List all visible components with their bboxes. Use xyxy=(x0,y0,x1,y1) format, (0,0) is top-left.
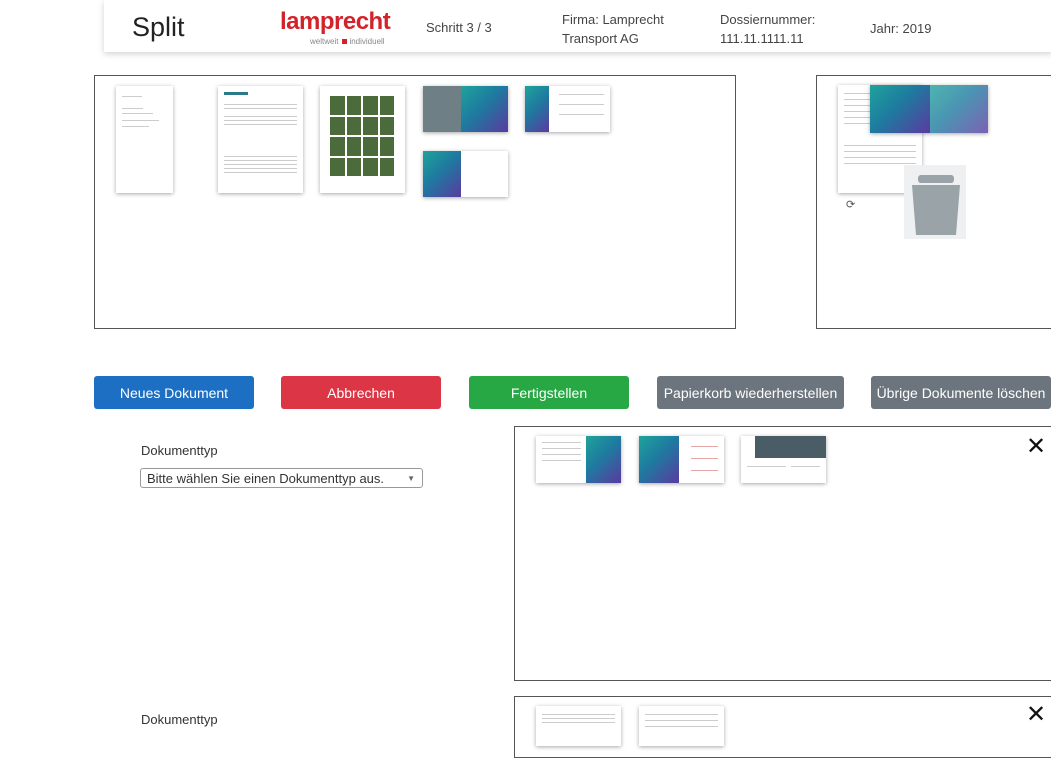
document-type-select[interactable]: Bitte wählen Sie einen Dokumenttyp aus. … xyxy=(140,468,423,488)
page-pool-panel[interactable] xyxy=(94,75,736,329)
document-page-thumbnail[interactable] xyxy=(536,706,621,746)
company-line-1: Firma: Lamprecht xyxy=(562,12,664,27)
logo-wordmark: lamprecht xyxy=(280,8,391,35)
page-thumbnail[interactable] xyxy=(218,86,303,193)
restore-trash-button[interactable]: Papierkorb wiederherstellen xyxy=(657,376,844,409)
document-type-value: Bitte wählen Sie einen Dokumenttyp aus. xyxy=(147,471,385,486)
page-thumbnail[interactable] xyxy=(423,86,508,132)
company-logo: lamprecht weltweit individuell xyxy=(280,8,400,48)
dossier-number: 111.11.1111.11 xyxy=(720,31,804,46)
company-info: Firma: Lamprecht Transport AG xyxy=(562,10,664,48)
page-thumbnail[interactable] xyxy=(525,86,610,132)
document-type-label: Dokumenttyp xyxy=(141,443,218,458)
document-type-label: Dokumenttyp xyxy=(141,712,218,727)
page-thumbnail[interactable] xyxy=(423,151,508,197)
logo-tagline-right: individuell xyxy=(349,37,385,46)
document-page-thumbnail[interactable] xyxy=(741,436,826,483)
page-thumbnail[interactable] xyxy=(320,86,405,193)
dossier-label: Dossiernummer: xyxy=(720,12,816,27)
cancel-button[interactable]: Abbrechen xyxy=(281,376,441,409)
logo-mark-icon xyxy=(342,39,348,44)
new-document-button[interactable]: Neues Dokument xyxy=(94,376,254,409)
header-bar: Split lamprecht weltweit individuell Schr… xyxy=(104,0,1051,52)
finish-button[interactable]: Fertigstellen xyxy=(469,376,629,409)
delete-remaining-button[interactable]: Übrige Dokumente löschen xyxy=(871,376,1051,409)
logo-tagline: weltweit individuell xyxy=(310,37,385,46)
document-page-thumbnail[interactable] xyxy=(536,436,621,483)
close-icon[interactable]: ✕ xyxy=(1026,435,1046,459)
dossier-info: Dossiernummer: 111.11.1111.11 xyxy=(720,10,815,48)
trashed-page-thumbnail[interactable] xyxy=(870,85,988,133)
logo-tagline-left: weltweit xyxy=(310,37,339,46)
company-line-2: Transport AG xyxy=(562,31,639,46)
chevron-down-icon: ▼ xyxy=(407,474,415,483)
document-page-thumbnail[interactable] xyxy=(639,436,724,483)
document-page-thumbnail[interactable] xyxy=(639,706,724,746)
trash-icon[interactable] xyxy=(904,165,966,239)
page-thumbnail[interactable] xyxy=(116,86,173,193)
step-indicator: Schritt 3 / 3 xyxy=(426,20,492,35)
year-info: Jahr: 2019 xyxy=(870,21,932,36)
page-title: Split xyxy=(132,12,185,42)
rotate-icon[interactable]: ⟳ xyxy=(846,198,855,211)
close-icon[interactable]: ✕ xyxy=(1026,703,1046,727)
